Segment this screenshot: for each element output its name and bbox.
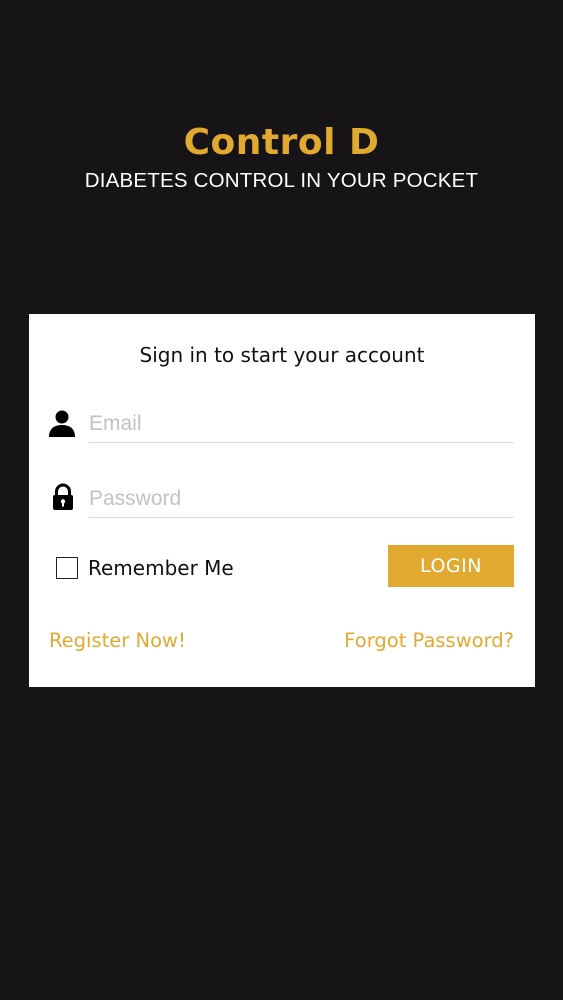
remember-me-checkbox[interactable] [56,557,78,579]
app-title: Control D [183,122,380,163]
login-card: Sign in to start your account Remember M… [29,314,535,687]
lock-icon [48,482,78,512]
email-field[interactable] [89,402,514,443]
user-icon [47,408,77,438]
forgot-password-link[interactable]: Forgot Password? [344,628,514,654]
password-field[interactable] [89,477,514,518]
brand-header: Control D DIABETES CONTROL IN YOUR POCKE… [0,118,563,194]
login-button[interactable]: LOGIN [388,545,514,587]
password-input[interactable] [89,487,509,511]
email-input[interactable] [89,412,509,436]
login-heading: Sign in to start your account [139,343,425,367]
app-tagline: DIABETES CONTROL IN YOUR POCKET [84,169,479,192]
remember-me-label: Remember Me [88,556,234,580]
register-link[interactable]: Register Now! [49,628,186,654]
remember-me-toggle[interactable]: Remember Me [56,554,234,582]
